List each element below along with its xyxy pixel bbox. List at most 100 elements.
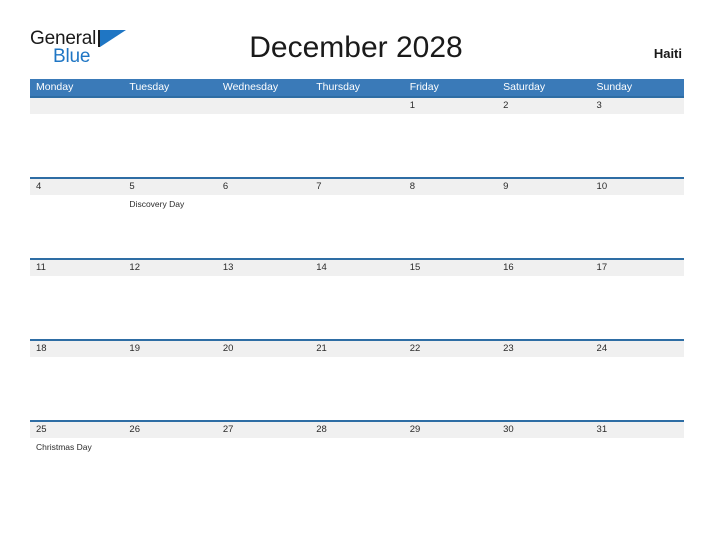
day-events-empty (217, 276, 310, 339)
week-event-band (30, 357, 684, 420)
week-date-band: 18 19 20 21 22 23 24 (30, 339, 684, 357)
calendar-week-row: 18 19 20 21 22 23 24 (30, 339, 684, 420)
day-number[interactable]: 17 (591, 260, 684, 276)
day-events-empty (404, 195, 497, 258)
calendar-week-row: 123 (30, 96, 684, 177)
day-events-empty (123, 114, 216, 177)
day-number[interactable]: 12 (123, 260, 216, 276)
day-number-empty (310, 98, 403, 114)
day-events-empty (591, 195, 684, 258)
day-number[interactable]: 29 (404, 422, 497, 438)
day-number[interactable]: 3 (591, 98, 684, 114)
day-events-empty (217, 357, 310, 420)
day-number[interactable]: 11 (30, 260, 123, 276)
week-date-band: 25 26 27 28 29 30 31 (30, 420, 684, 438)
weekday-header-saturday: Saturday (503, 81, 546, 93)
weekday-header-thursday: Thursday (316, 81, 361, 93)
day-events-empty (591, 276, 684, 339)
day-number[interactable]: 18 (30, 341, 123, 357)
event-label: Discovery Day (129, 199, 185, 209)
day-events-empty (123, 276, 216, 339)
day-number-empty (30, 98, 123, 114)
weekday-header-friday: Friday (409, 81, 439, 93)
week-event-band: Discovery Day (30, 195, 684, 258)
day-number[interactable]: 20 (217, 341, 310, 357)
calendar-week-row: 25 26 27 28 29 30 31 Christmas Day (30, 420, 684, 501)
day-events-empty (591, 357, 684, 420)
day-number[interactable]: 24 (591, 341, 684, 357)
week-date-band: 123 (30, 96, 684, 114)
day-events-empty (404, 438, 497, 501)
day-number[interactable]: 21 (310, 341, 403, 357)
day-events-empty (30, 195, 123, 258)
week-date-band: 4 5 6 7 8 9 10 (30, 177, 684, 195)
day-number[interactable]: 30 (497, 422, 590, 438)
day-events-empty (30, 357, 123, 420)
day-events-empty (591, 114, 684, 177)
week-date-band: 11 12 13 14 15 16 17 (30, 258, 684, 276)
day-events-empty (30, 276, 123, 339)
day-events-empty (310, 276, 403, 339)
day-number[interactable]: 16 (497, 260, 590, 276)
day-number[interactable]: 15 (404, 260, 497, 276)
weekday-header-row: Monday Tuesday Wednesday Thursday Friday… (30, 79, 684, 96)
day-number[interactable]: 2 (497, 98, 590, 114)
day-number-empty (217, 98, 310, 114)
day-events-empty (497, 438, 590, 501)
calendar-week-row: 11 12 13 14 15 16 17 (30, 258, 684, 339)
day-events-empty (404, 357, 497, 420)
calendar-weeks: 1 2 3 4 5 6 7 8 9 10 Discovery Day 11 12 13 14 15 16 17 18… (30, 96, 684, 501)
day-number[interactable]: 13 (217, 260, 310, 276)
day-number[interactable]: 10 (591, 179, 684, 195)
day-events-empty (404, 114, 497, 177)
day-events-empty (310, 438, 403, 501)
day-events-empty (123, 438, 216, 501)
weekday-header-tuesday: Tuesday (129, 81, 170, 93)
day-number[interactable]: 9 (497, 179, 590, 195)
day-events-empty (217, 438, 310, 501)
day-events-empty (217, 114, 310, 177)
day-events-empty (497, 276, 590, 339)
day-events-empty (310, 114, 403, 177)
week-event-band: Christmas Day (30, 438, 684, 501)
day-number[interactable]: 6 (217, 179, 310, 195)
day-events-empty (310, 357, 403, 420)
day-number[interactable]: 5 (123, 179, 216, 195)
day-number[interactable]: 4 (30, 179, 123, 195)
page-header: General Blue December 2028 Haiti (0, 0, 712, 78)
day-number[interactable]: 31 (591, 422, 684, 438)
day-number[interactable]: 8 (404, 179, 497, 195)
weekday-header-wednesday: Wednesday (222, 81, 279, 93)
day-number[interactable]: 26 (123, 422, 216, 438)
day-number[interactable]: 23 (497, 341, 590, 357)
week-event-band (30, 114, 684, 177)
day-number[interactable]: 1 (404, 98, 497, 114)
day-number[interactable]: 7 (310, 179, 403, 195)
day-events[interactable]: Christmas Day (30, 438, 123, 501)
day-number[interactable]: 19 (123, 341, 216, 357)
day-number[interactable]: 14 (310, 260, 403, 276)
day-events-empty (217, 195, 310, 258)
week-event-band (30, 276, 684, 339)
calendar-week-row: 4 5 6 7 8 9 10 Discovery Day (30, 177, 684, 258)
event-label: Christmas Day (36, 442, 92, 452)
day-number[interactable]: 25 (30, 422, 123, 438)
day-events-empty (497, 195, 590, 258)
day-events-empty (30, 114, 123, 177)
day-number[interactable]: 28 (310, 422, 403, 438)
day-events-empty (404, 276, 497, 339)
weekday-header-sunday: Sunday (596, 81, 633, 93)
day-events-empty (591, 438, 684, 501)
day-number[interactable]: 27 (217, 422, 310, 438)
day-events[interactable]: Discovery Day (123, 195, 216, 258)
day-events-empty (310, 195, 403, 258)
day-events-empty (123, 357, 216, 420)
page-title: December 2028 (249, 31, 463, 64)
calendar-page: General Blue December 2028 Haiti Monday … (0, 0, 712, 550)
country-label: Haiti (653, 46, 682, 61)
day-number[interactable]: 22 (404, 341, 497, 357)
day-number-empty (123, 98, 216, 114)
calendar-grid: Monday Tuesday Wednesday Thursday Friday… (30, 79, 684, 501)
day-events-empty (497, 357, 590, 420)
day-events-empty (497, 114, 590, 177)
